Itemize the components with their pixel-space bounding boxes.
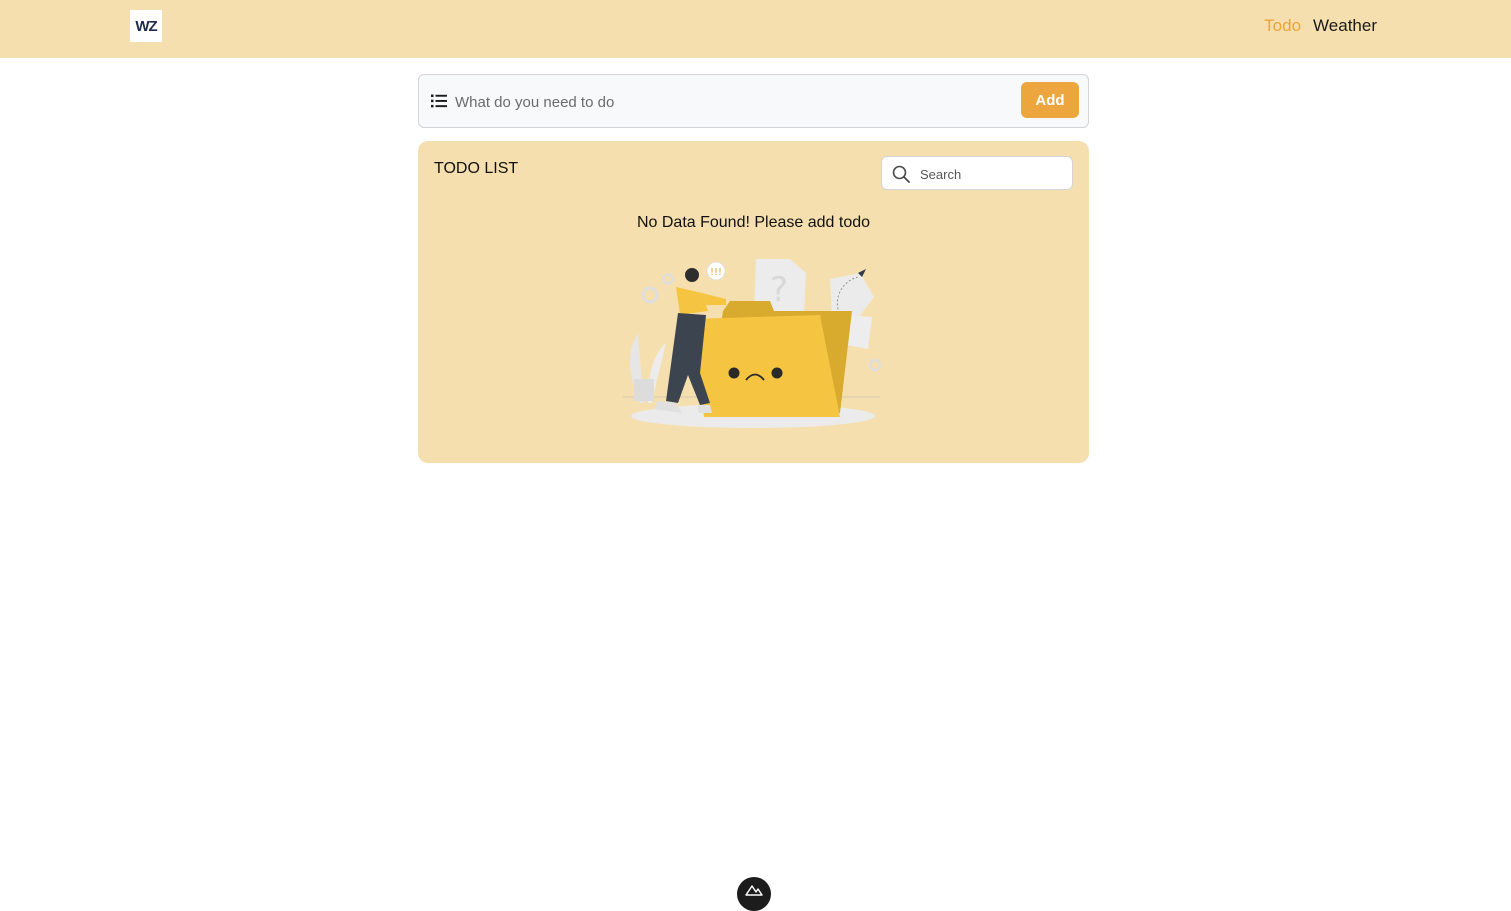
top-navbar: WZ Todo Weather [0, 0, 1511, 58]
app-logo[interactable]: WZ [130, 10, 162, 42]
svg-text:!!!: !!! [710, 267, 722, 278]
logo-text: WZ [135, 17, 157, 35]
nav-link-todo[interactable]: Todo [1264, 16, 1301, 36]
main-nav: Todo Weather [1264, 16, 1377, 36]
search-icon [892, 165, 910, 183]
nav-link-weather[interactable]: Weather [1313, 16, 1377, 36]
empty-folder-illustration: ? !!! [623, 259, 882, 428]
todo-list-card: TODO LIST No Data Found! Please add todo… [418, 141, 1089, 463]
empty-state-message: No Data Found! Please add todo [636, 214, 871, 231]
search-box [881, 156, 1073, 190]
add-todo-bar: Add [418, 74, 1089, 128]
dev-tools-badge[interactable] [737, 877, 771, 911]
add-button[interactable]: Add [1021, 82, 1079, 118]
todo-input[interactable] [455, 85, 1015, 119]
search-input[interactable] [920, 162, 1065, 186]
list-icon [431, 94, 447, 108]
todo-list-title: TODO LIST [434, 160, 519, 177]
mountain-icon [745, 885, 763, 896]
svg-text:?: ? [770, 270, 788, 310]
